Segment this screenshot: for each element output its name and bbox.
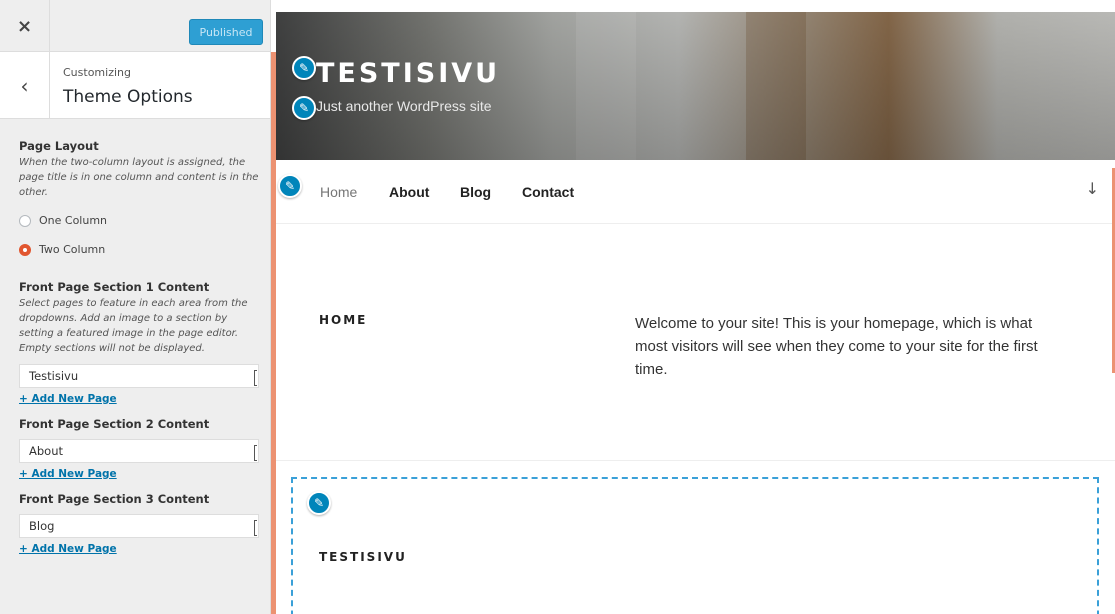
header-image: ✎ TESTISIVU ✎ Just another WordPress sit… xyxy=(276,12,1115,160)
radio-button-checked[interactable] xyxy=(19,243,31,256)
section-header: ‹ Customizing Theme Options xyxy=(0,52,270,119)
page-layout-title: Page Layout xyxy=(19,139,99,153)
publish-button[interactable]: Published xyxy=(189,19,263,45)
front-page-section-1-control: Front Page Section 1 Content Select page… xyxy=(19,280,259,405)
section-1-description: Select pages to feature in each area fro… xyxy=(19,298,248,354)
edit-section-pencil-icon[interactable]: ✎ xyxy=(307,491,331,515)
site-preview: ✎ TESTISIVU ✎ Just another WordPress sit… xyxy=(276,0,1115,614)
section-2-add-page-link[interactable]: + Add New Page xyxy=(19,468,259,480)
home-section-title: HOME xyxy=(319,313,368,327)
section-1-dropdown[interactable]: Testisivu xyxy=(19,364,259,388)
radio-label: One Column xyxy=(39,214,108,227)
controls-panel: Page Layout When the two-column layout i… xyxy=(19,139,259,555)
section-2-dropdown[interactable]: About xyxy=(19,439,259,463)
section-3-add-page-link[interactable]: + Add New Page xyxy=(19,543,259,555)
section-3-title: Front Page Section 3 Content xyxy=(19,492,210,506)
radio-label: Two Column xyxy=(39,243,106,256)
edit-tagline-pencil-icon[interactable]: ✎ xyxy=(292,96,316,120)
edit-site-title-pencil-icon[interactable]: ✎ xyxy=(292,56,316,80)
section-2-title: Front Page Section 2 Content xyxy=(19,417,210,431)
section-3-dropdown[interactable]: Blog xyxy=(19,514,259,538)
page-layout-control: Page Layout When the two-column layout i… xyxy=(19,139,259,258)
section-divider xyxy=(276,460,1115,461)
front-page-section-3-control: Front Page Section 3 Content Blog + Add … xyxy=(19,492,259,555)
front-page-section-outline[interactable]: ✎ xyxy=(291,477,1099,614)
breadcrumb: Customizing xyxy=(63,66,131,79)
nav-item-about[interactable]: About xyxy=(389,184,429,200)
section-title: Theme Options xyxy=(63,87,193,107)
site-title[interactable]: TESTISIVU xyxy=(316,58,500,89)
nav-item-home[interactable]: Home xyxy=(320,184,357,200)
front-page-section-2-control: Front Page Section 2 Content About + Add… xyxy=(19,417,259,480)
edit-menu-pencil-icon[interactable]: ✎ xyxy=(278,174,302,198)
radio-one-column[interactable]: One Column xyxy=(19,212,259,229)
nav-item-contact[interactable]: Contact xyxy=(522,184,574,200)
close-icon[interactable]: × xyxy=(0,0,50,52)
home-section-text: Welcome to your site! This is your homep… xyxy=(635,315,1038,378)
section-1-add-page-link[interactable]: + Add New Page xyxy=(19,393,259,405)
back-chevron-icon[interactable]: ‹ xyxy=(0,52,50,119)
radio-button[interactable] xyxy=(19,214,31,227)
page-layout-description: When the two-column layout is assigned, … xyxy=(19,157,259,198)
front-page-section-title: TESTISIVU xyxy=(319,550,407,564)
customizer-sidebar: × Published ‹ Customizing Theme Options … xyxy=(0,0,271,614)
radio-two-column[interactable]: Two Column xyxy=(19,241,259,258)
main-navigation: ✎ Home About Blog Contact ↓ xyxy=(276,160,1115,224)
nav-item-blog[interactable]: Blog xyxy=(460,184,491,200)
site-tagline: Just another WordPress site xyxy=(316,98,492,114)
customizer-header: × Published xyxy=(0,0,270,52)
section-1-title: Front Page Section 1 Content xyxy=(19,280,210,294)
scroll-down-arrow-icon[interactable]: ↓ xyxy=(1086,179,1099,198)
